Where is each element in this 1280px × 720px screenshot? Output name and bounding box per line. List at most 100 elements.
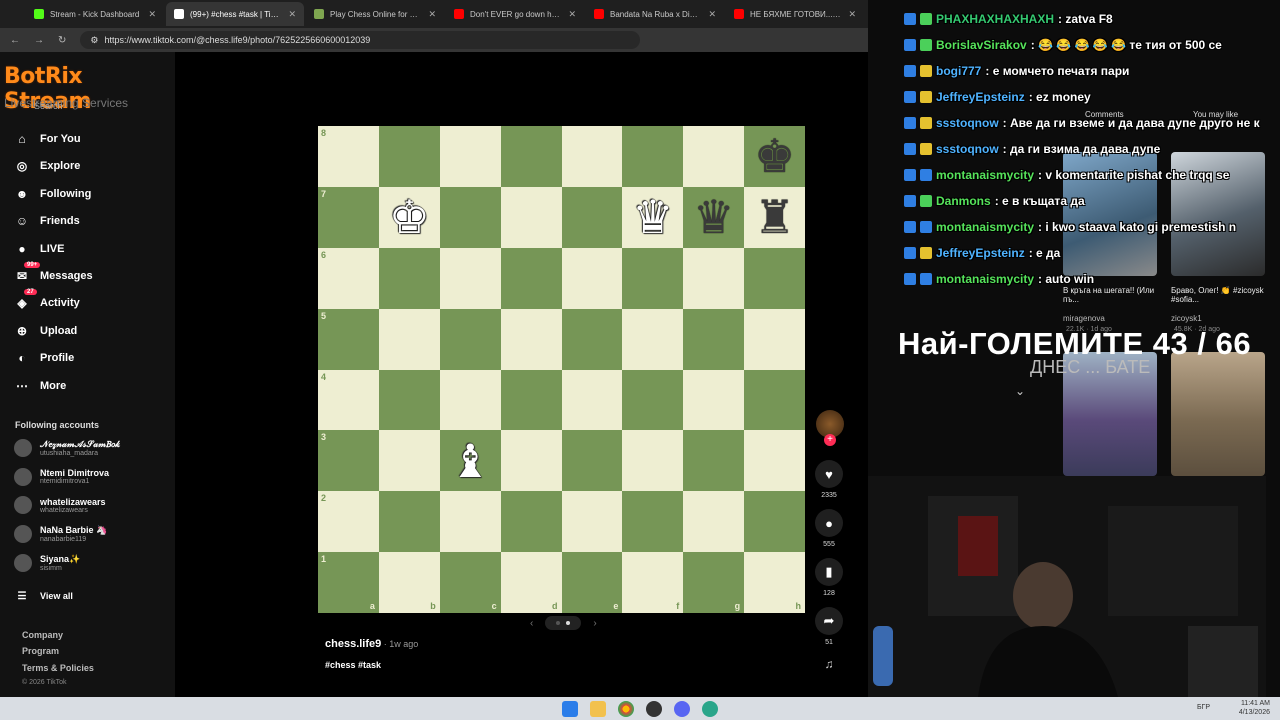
board-square-f4[interactable] [622, 369, 684, 431]
comment-button[interactable]: ● 555 [815, 509, 843, 548]
white-bishop-piece[interactable]: ♝ [450, 438, 491, 484]
board-square-d4[interactable] [500, 369, 562, 431]
board-square-e5[interactable] [561, 308, 623, 370]
board-square-a4[interactable]: 4 [318, 369, 379, 431]
chrome-icon[interactable] [618, 700, 634, 717]
board-square-a5[interactable]: 5 [318, 308, 379, 370]
board-square-c4[interactable] [439, 369, 501, 431]
board-square-g5[interactable] [683, 308, 745, 370]
board-square-e2[interactable] [561, 491, 623, 553]
app-icon[interactable] [702, 700, 718, 717]
sidebar-item-activity[interactable]: ◈ 27 Activity [14, 289, 80, 311]
following-account[interactable]: Siyana✨ sisimm [14, 553, 80, 572]
sidebar-item-profile[interactable]: ◐ Profile [14, 350, 74, 366]
file-explorer-icon[interactable] [590, 700, 606, 717]
share-button[interactable]: ➦ 51 [815, 607, 843, 646]
sidebar-item-more[interactable]: ⋯ More [14, 378, 66, 394]
reload-icon[interactable]: ↻ [58, 35, 66, 46]
back-icon[interactable]: ← [10, 35, 20, 46]
board-square-c1[interactable]: c [439, 552, 501, 613]
board-square-b5[interactable] [378, 308, 440, 370]
board-square-d3[interactable] [500, 430, 562, 492]
board-square-a1[interactable]: 1a [318, 552, 379, 613]
board-square-b2[interactable] [378, 491, 440, 553]
board-square-c6[interactable] [439, 247, 501, 309]
save-button[interactable]: ▮ 128 [815, 558, 843, 597]
board-square-h7[interactable]: ♜ [744, 186, 805, 248]
board-square-b1[interactable]: b [378, 552, 440, 613]
board-square-g4[interactable] [683, 369, 745, 431]
site-info-icon[interactable]: ⚙ [90, 35, 98, 46]
sidebar-item-messages[interactable]: ✉ 99+ Messages [14, 262, 93, 284]
start-icon[interactable] [562, 700, 578, 717]
following-account[interactable]: 𝒩𝑒𝓏𝓃𝒶𝓂𝒜𝓈𝒮𝒶𝓂𝐵𝑜𝓀 utushiaha_madara [14, 439, 120, 457]
music-button[interactable]: ♫ [815, 657, 843, 671]
board-square-e8[interactable] [561, 126, 623, 187]
board-square-f5[interactable] [622, 308, 684, 370]
like-button[interactable]: ♥ 2335 [815, 460, 843, 499]
board-square-h1[interactable]: h [744, 552, 805, 613]
browser-tab[interactable]: (99+) #chess #task | TikTok ✕ [166, 2, 304, 26]
board-square-f1[interactable]: f [622, 552, 684, 613]
board-square-c8[interactable] [439, 126, 501, 187]
board-square-e1[interactable]: e [561, 552, 623, 613]
board-square-e7[interactable] [561, 186, 623, 248]
board-square-g8[interactable] [683, 126, 745, 187]
footer-company[interactable]: Company [22, 630, 63, 640]
board-square-b6[interactable] [378, 247, 440, 309]
board-square-e4[interactable] [561, 369, 623, 431]
suggested-video-thumb[interactable] [1171, 352, 1265, 476]
browser-tab[interactable]: Play Chess Online for Free w✕ [306, 2, 444, 26]
sidebar-item-for-you[interactable]: ⌂ For You [14, 131, 80, 147]
close-icon[interactable]: ✕ [148, 9, 156, 20]
board-square-a2[interactable]: 2 [318, 491, 379, 553]
board-square-a3[interactable]: 3 [318, 430, 379, 492]
board-square-g3[interactable] [683, 430, 745, 492]
board-square-h4[interactable] [744, 369, 805, 431]
following-account[interactable]: whatelizawears whatelizawears [14, 496, 106, 515]
black-rook-piece[interactable]: ♜ [754, 194, 795, 240]
close-icon[interactable]: ✕ [428, 9, 436, 20]
close-icon[interactable]: ✕ [848, 9, 856, 20]
board-square-g1[interactable]: g [683, 552, 745, 613]
board-square-c5[interactable] [439, 308, 501, 370]
board-square-d8[interactable] [500, 126, 562, 187]
close-icon[interactable]: ✕ [708, 9, 716, 20]
post-author[interactable]: chess.life9 · 1w ago [325, 638, 418, 650]
board-square-c3[interactable]: ♝ [439, 430, 501, 492]
footer-program[interactable]: Program [22, 646, 59, 656]
following-account[interactable]: Ntemi Dimitrova ntemidimitrova1 [14, 467, 109, 486]
black-king-piece[interactable]: ♚ [754, 133, 795, 179]
sidebar-item-live[interactable]: ● LIVE [14, 241, 64, 257]
board-square-g6[interactable] [683, 247, 745, 309]
board-square-b3[interactable] [378, 430, 440, 492]
white-king-piece[interactable]: ♚ [389, 194, 430, 240]
board-square-f8[interactable] [622, 126, 684, 187]
footer-terms[interactable]: Terms & Policies [22, 663, 94, 673]
view-all-link[interactable]: ☰ View all [14, 588, 73, 604]
board-square-d6[interactable] [500, 247, 562, 309]
board-square-f3[interactable] [622, 430, 684, 492]
following-account[interactable]: NaNa Barbie 🦄 nanabarbie119 [14, 525, 107, 544]
board-square-c2[interactable] [439, 491, 501, 553]
board-square-a6[interactable]: 6 [318, 247, 379, 309]
board-square-d1[interactable]: d [500, 552, 562, 613]
close-icon[interactable]: ✕ [288, 9, 296, 20]
board-square-g2[interactable] [683, 491, 745, 553]
board-square-a7[interactable]: 7 [318, 186, 379, 248]
white-queen-piece[interactable]: ♛ [632, 194, 673, 240]
browser-tab[interactable]: Stream - Kick Dashboard ✕ [26, 2, 164, 26]
board-square-e3[interactable] [561, 430, 623, 492]
sidebar-item-explore[interactable]: ◎ Explore [14, 158, 81, 174]
board-square-d5[interactable] [500, 308, 562, 370]
board-square-h3[interactable] [744, 430, 805, 492]
board-square-h5[interactable] [744, 308, 805, 370]
black-queen-piece[interactable]: ♛ [693, 194, 734, 240]
board-square-h2[interactable] [744, 491, 805, 553]
close-icon[interactable]: ✕ [568, 9, 576, 20]
browser-tab[interactable]: НЕ БЯХМЕ ГОТОВИ... но тр✕ [726, 2, 864, 26]
board-square-h6[interactable] [744, 247, 805, 309]
sidebar-item-following[interactable]: ☻ Following [14, 186, 92, 202]
next-slide-icon[interactable]: › [593, 618, 596, 629]
browser-tab[interactable]: Bandata Na Ruba x Dim4ou ✕ [586, 2, 724, 26]
